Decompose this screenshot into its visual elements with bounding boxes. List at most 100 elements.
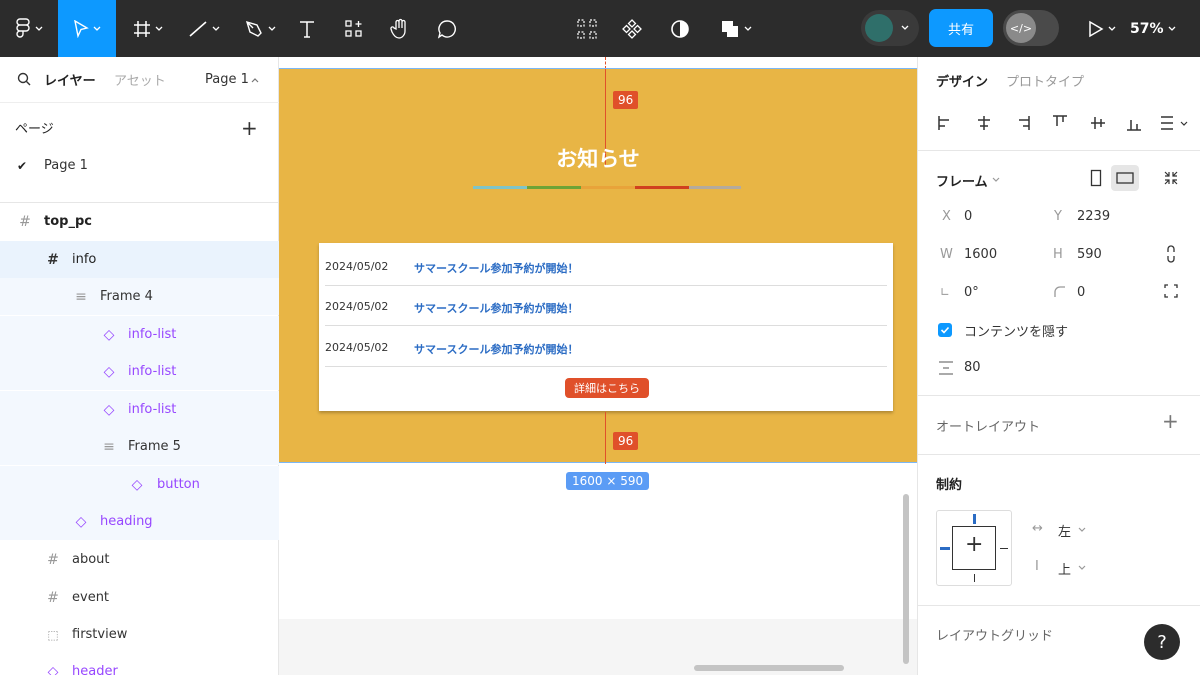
- news-title[interactable]: サマースクール参加予約が開始！: [414, 260, 578, 276]
- constrain-proportions-icon[interactable]: [1166, 245, 1176, 263]
- divider: [918, 395, 1200, 396]
- layer-frame-4[interactable]: ≡ Frame 4: [0, 278, 279, 315]
- page-item[interactable]: ✔ Page 1: [0, 147, 279, 184]
- comment-tool-button[interactable]: [430, 0, 464, 57]
- text-tool-button[interactable]: [290, 0, 324, 57]
- layer-header[interactable]: ◇ header: [0, 654, 279, 675]
- align-bottom-icon[interactable]: [1124, 113, 1144, 133]
- w-input[interactable]: 1600: [964, 247, 997, 262]
- layer-button[interactable]: ◇ button: [0, 466, 279, 503]
- layer-label: info-list: [128, 327, 177, 342]
- info-list-card[interactable]: 2024/05/02 サマースクール参加予約が開始！ 2024/05/02 サマ…: [319, 243, 893, 411]
- create-component-button[interactable]: [615, 0, 649, 57]
- component-set-button[interactable]: [570, 0, 604, 57]
- figma-logo-icon: [16, 17, 30, 38]
- constraint-top[interactable]: [973, 514, 976, 524]
- clip-content-checkbox[interactable]: [938, 323, 952, 337]
- align-top-icon[interactable]: [1050, 113, 1070, 133]
- add-page-icon[interactable]: +: [241, 116, 258, 140]
- chevron-down-icon: [1108, 26, 1116, 31]
- constraint-left[interactable]: [940, 547, 950, 550]
- portrait-icon[interactable]: [1090, 169, 1102, 187]
- main-menu-button[interactable]: [0, 0, 58, 57]
- constraints-widget[interactable]: +: [936, 510, 1012, 586]
- news-title[interactable]: サマースクール参加予約が開始！: [414, 300, 578, 316]
- pen-icon: [245, 20, 262, 37]
- more-button[interactable]: 詳細はこちら: [565, 378, 649, 398]
- clip-content-label: コンテンツを隠す: [964, 325, 1069, 340]
- corner-radius-input[interactable]: 0: [1077, 285, 1085, 300]
- align-left-icon[interactable]: [936, 113, 956, 133]
- info-list-item[interactable]: 2024/05/02 サマースクール参加予約が開始！: [325, 327, 887, 367]
- layer-info[interactable]: # info: [0, 241, 279, 278]
- heading-text[interactable]: お知らせ: [279, 143, 917, 173]
- canvas[interactable]: 96 お知らせ 2024/05/02 サマースクール参加予約が開始！ 2024/…: [279, 57, 917, 675]
- layer-event[interactable]: # event: [0, 579, 279, 616]
- left-panel-tabs: レイヤー アセット Page 1: [0, 57, 279, 103]
- line-tool-button[interactable]: [180, 0, 228, 57]
- tab-assets[interactable]: アセット: [114, 70, 166, 89]
- h-input[interactable]: 590: [1077, 247, 1102, 262]
- layer-heading[interactable]: ◇ heading: [0, 503, 279, 540]
- auto-layout-icon: ≡: [75, 288, 87, 305]
- zoom-menu[interactable]: 57%: [1130, 0, 1176, 57]
- layer-about[interactable]: # about: [0, 541, 279, 578]
- frame-tool-button[interactable]: [124, 0, 172, 57]
- layer-top-pc[interactable]: # top_pc: [0, 203, 279, 240]
- add-auto-layout-icon[interactable]: +: [1162, 409, 1179, 433]
- horizontal-constraint-select[interactable]: 左: [1058, 521, 1071, 540]
- tab-design[interactable]: デザイン: [936, 71, 988, 90]
- mask-button[interactable]: [663, 0, 697, 57]
- horizontal-scrollbar[interactable]: [694, 665, 844, 671]
- vertical-scrollbar[interactable]: [903, 494, 909, 664]
- layer-firstview[interactable]: ⬚ firstview: [0, 616, 279, 653]
- constraint-bottom[interactable]: [974, 574, 975, 582]
- share-button[interactable]: 共有: [929, 9, 993, 47]
- news-title[interactable]: サマースクール参加予約が開始！: [414, 341, 578, 357]
- check-icon: ✔: [17, 158, 28, 173]
- search-icon[interactable]: [17, 72, 31, 86]
- layer-label: info-list: [128, 402, 177, 417]
- help-button[interactable]: ?: [1144, 624, 1180, 660]
- tab-prototype[interactable]: プロトタイプ: [1006, 71, 1084, 90]
- resize-to-fit-icon[interactable]: [1163, 170, 1179, 186]
- page-selector[interactable]: Page 1: [205, 72, 249, 87]
- rotation-input[interactable]: 0°: [964, 285, 979, 300]
- independent-corners-icon[interactable]: [1164, 284, 1178, 298]
- info-frame[interactable]: 96 お知らせ 2024/05/02 サマースクール参加予約が開始！ 2024/…: [279, 68, 917, 464]
- info-list-item[interactable]: 2024/05/02 サマースクール参加予約が開始！: [325, 246, 887, 286]
- layer-info-list-1[interactable]: ◇ info-list: [0, 316, 279, 353]
- spacing-input[interactable]: 80: [964, 360, 981, 375]
- distribute-icon[interactable]: [1158, 113, 1178, 133]
- landscape-toggle[interactable]: [1111, 165, 1139, 191]
- layer-info-list-3[interactable]: ◇ info-list: [0, 391, 279, 428]
- instance-icon: ◇: [103, 401, 115, 418]
- move-tool-button[interactable]: [58, 0, 116, 57]
- pen-tool-button[interactable]: [236, 0, 284, 57]
- constraint-right[interactable]: [1000, 548, 1008, 549]
- present-button[interactable]: [1080, 0, 1124, 57]
- pages-title: ページ: [15, 122, 54, 137]
- dev-mode-toggle[interactable]: </>: [1003, 10, 1059, 46]
- hand-tool-button[interactable]: [383, 0, 417, 57]
- contrast-icon: [671, 19, 689, 38]
- user-avatar-button[interactable]: [861, 10, 919, 46]
- align-right-icon[interactable]: [1012, 113, 1032, 133]
- corner-radius-icon: [1054, 286, 1065, 297]
- instance-icon: ◇: [47, 664, 59, 675]
- chevron-down-icon: [1168, 26, 1175, 31]
- info-list-item[interactable]: 2024/05/02 サマースクール参加予約が開始！: [325, 286, 887, 326]
- news-date: 2024/05/02: [325, 341, 389, 354]
- tab-layers[interactable]: レイヤー: [44, 70, 96, 89]
- resources-button[interactable]: [337, 0, 371, 57]
- layer-info-list-2[interactable]: ◇ info-list: [0, 353, 279, 390]
- vertical-constraint-select[interactable]: 上: [1058, 559, 1071, 578]
- layer-frame-5[interactable]: ≡ Frame 5: [0, 428, 279, 465]
- frame-section-title[interactable]: フレーム: [936, 171, 988, 190]
- boolean-operations-button[interactable]: [712, 0, 760, 57]
- align-horizontal-center-icon[interactable]: [974, 113, 994, 133]
- x-input[interactable]: 0: [964, 209, 972, 224]
- align-vertical-center-icon[interactable]: [1088, 113, 1108, 133]
- y-input[interactable]: 2239: [1077, 209, 1110, 224]
- chevron-up-icon: [251, 78, 259, 83]
